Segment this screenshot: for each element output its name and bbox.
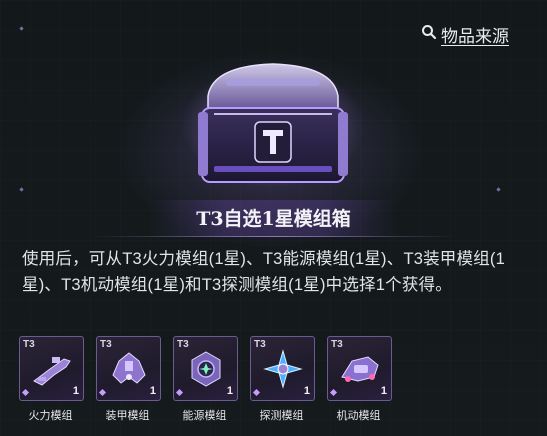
module-option[interactable]: T3 1 火力模组 xyxy=(19,336,85,423)
module-label: 能源模组 xyxy=(182,410,227,422)
item-title-banner: T3自选1星模组箱 xyxy=(0,200,547,237)
module-option[interactable]: T3 1 探测模组 xyxy=(250,336,316,423)
decor-dot xyxy=(496,187,501,192)
decor-dot xyxy=(19,26,24,31)
module-option[interactable]: T3 1 机动模组 xyxy=(327,336,393,423)
item-count: 1 xyxy=(380,385,387,397)
module-label: 装甲模组 xyxy=(105,410,150,422)
rarity-gem-icon xyxy=(175,388,184,397)
item-source-link[interactable]: 物品来源 xyxy=(421,22,509,47)
item-count: 1 xyxy=(226,385,233,397)
module-frame: T3 1 xyxy=(250,336,315,401)
rarity-gem-icon xyxy=(329,388,338,397)
module-frame: T3 1 xyxy=(19,336,84,401)
module-frame: T3 1 xyxy=(327,336,392,401)
item-count: 1 xyxy=(303,385,310,397)
module-frame: T3 1 xyxy=(173,336,238,401)
item-count: 1 xyxy=(72,385,79,397)
rarity-gem-icon xyxy=(98,388,107,397)
module-label: 火力模组 xyxy=(28,410,73,422)
search-icon xyxy=(421,24,437,45)
module-frame: T3 1 xyxy=(96,336,161,401)
item-count: 1 xyxy=(149,385,156,397)
title-divider xyxy=(90,236,457,237)
rarity-gem-icon xyxy=(21,388,30,397)
treasure-chest-icon xyxy=(178,56,368,191)
module-label: 机动模组 xyxy=(336,410,381,422)
item-detail-panel: 物品来源 T3自选1星模组箱 使用后，可从T3火力模组(1星)、T3能源模组(1… xyxy=(0,0,547,436)
module-options-list: T3 1 火力模组 T3 1 装甲模组 T3 1 能源模组 T3 1 探测模组 … xyxy=(19,336,393,423)
module-option[interactable]: T3 1 装甲模组 xyxy=(96,336,162,423)
module-label: 探测模组 xyxy=(259,410,304,422)
item-title: T3自选1星模组箱 xyxy=(150,200,397,237)
item-description: 使用后，可从T3火力模组(1星)、T3能源模组(1星)、T3装甲模组(1星)、T… xyxy=(22,250,505,294)
rarity-gem-icon xyxy=(252,388,261,397)
decor-dot xyxy=(19,187,24,192)
item-source-label: 物品来源 xyxy=(441,27,509,46)
module-option[interactable]: T3 1 能源模组 xyxy=(173,336,239,423)
